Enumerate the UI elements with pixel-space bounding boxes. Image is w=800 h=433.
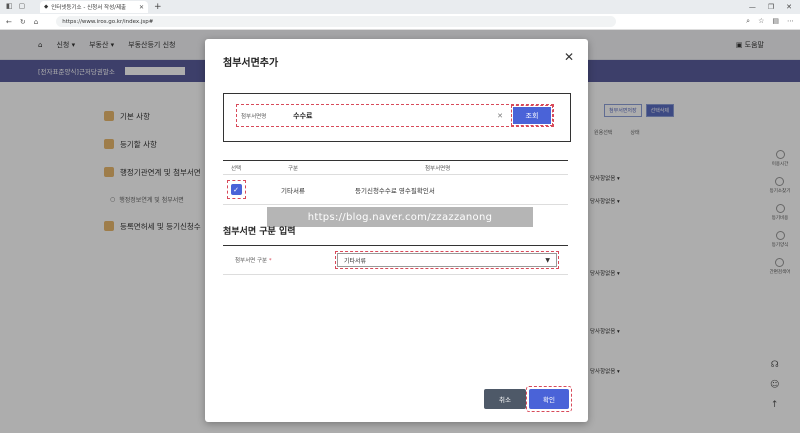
zoom-icon[interactable]: ⌕ (746, 17, 750, 26)
confirm-highlight: 확인 (526, 386, 572, 412)
close-window-icon[interactable]: ✕ (786, 3, 792, 11)
close-icon[interactable]: ✕ (564, 50, 574, 64)
search-row: 첨부서면명 ✕ 조회 (236, 104, 554, 127)
extensions-icon[interactable]: ⋯ (787, 17, 794, 26)
modal-title: 첨부서면추가 (223, 58, 279, 69)
browser-tabbar: ◧ ▢ ◆ 인터넷등기소 - 신청서 작성/제출 ✕ + — ❐ ✕ (0, 0, 800, 14)
favorite-icon[interactable]: ☆ (758, 17, 764, 26)
result-table: 선택 구분 첨부서면명 ✓ 기타서류 등기신청수수료 영수필확인서 (223, 160, 568, 205)
collections-icon[interactable]: ▤ (772, 17, 779, 26)
refresh-icon[interactable]: ↻ (20, 18, 26, 26)
type-label: 첨부서면 구분 * (235, 258, 272, 264)
clear-icon[interactable]: ✕ (497, 112, 503, 120)
search-panel: 첨부서면명 ✕ 조회 (223, 93, 571, 142)
attachment-modal: 첨부서면추가 ✕ 첨부서면명 ✕ 조회 선택 구분 첨부서면명 ✓ 기타서류 등… (205, 39, 588, 422)
address-bar: ← ↻ ⌂ https://www.iros.go.kr/index.jsp# … (0, 14, 800, 30)
restore-icon[interactable]: ❐ (768, 3, 774, 11)
table-row: ✓ 기타서류 등기신청수수료 영수필확인서 (223, 175, 568, 205)
cancel-button[interactable]: 취소 (484, 389, 526, 409)
new-tab-icon[interactable]: + (154, 2, 162, 12)
browser-left-icons: ◧ ▢ (6, 2, 25, 10)
search-label: 첨부서면명 (241, 113, 267, 120)
row-category: 기타서류 (281, 186, 305, 195)
favicon-icon: ◆ (44, 4, 49, 10)
window-controls: — ❐ ✕ (749, 3, 800, 11)
search-button-highlight: 조회 (511, 105, 553, 126)
browser-tab[interactable]: ◆ 인터넷등기소 - 신청서 작성/제출 ✕ (40, 1, 148, 13)
home-icon[interactable]: ⌂ (34, 18, 38, 26)
required-mark: * (268, 258, 272, 264)
table-header: 선택 구분 첨부서면명 (223, 161, 568, 175)
tab-actions-icon[interactable]: ▢ (19, 2, 26, 10)
type-row: 첨부서면 구분 * 기타서류 ▼ (223, 245, 568, 275)
url-field[interactable]: https://www.iros.go.kr/index.jsp# (56, 16, 617, 27)
minimize-icon[interactable]: — (749, 3, 756, 11)
select-checkbox[interactable]: ✓ (230, 184, 242, 195)
type-select[interactable]: 기타서류 ▼ (337, 253, 557, 267)
search-input[interactable] (293, 105, 494, 126)
checkbox-highlight: ✓ (226, 180, 246, 199)
select-highlight: 기타서류 ▼ (335, 251, 559, 269)
profile-icon[interactable]: ◧ (6, 2, 13, 10)
back-icon[interactable]: ← (6, 18, 12, 26)
tab-close-icon[interactable]: ✕ (139, 4, 144, 11)
chevron-down-icon: ▼ (545, 256, 550, 264)
search-button[interactable]: 조회 (513, 107, 551, 124)
tab-title: 인터넷등기소 - 신청서 작성/제출 (51, 5, 127, 11)
row-name: 등기신청수수료 영수필확인서 (355, 186, 435, 195)
confirm-button[interactable]: 확인 (529, 389, 569, 409)
browser-toolbar-right: ⌕ ☆ ▤ ⋯ (746, 17, 794, 26)
watermark: https://blog.naver.com/zzazzanong (267, 207, 533, 227)
section-title: 첨부서면 구분 입력 (223, 227, 296, 237)
